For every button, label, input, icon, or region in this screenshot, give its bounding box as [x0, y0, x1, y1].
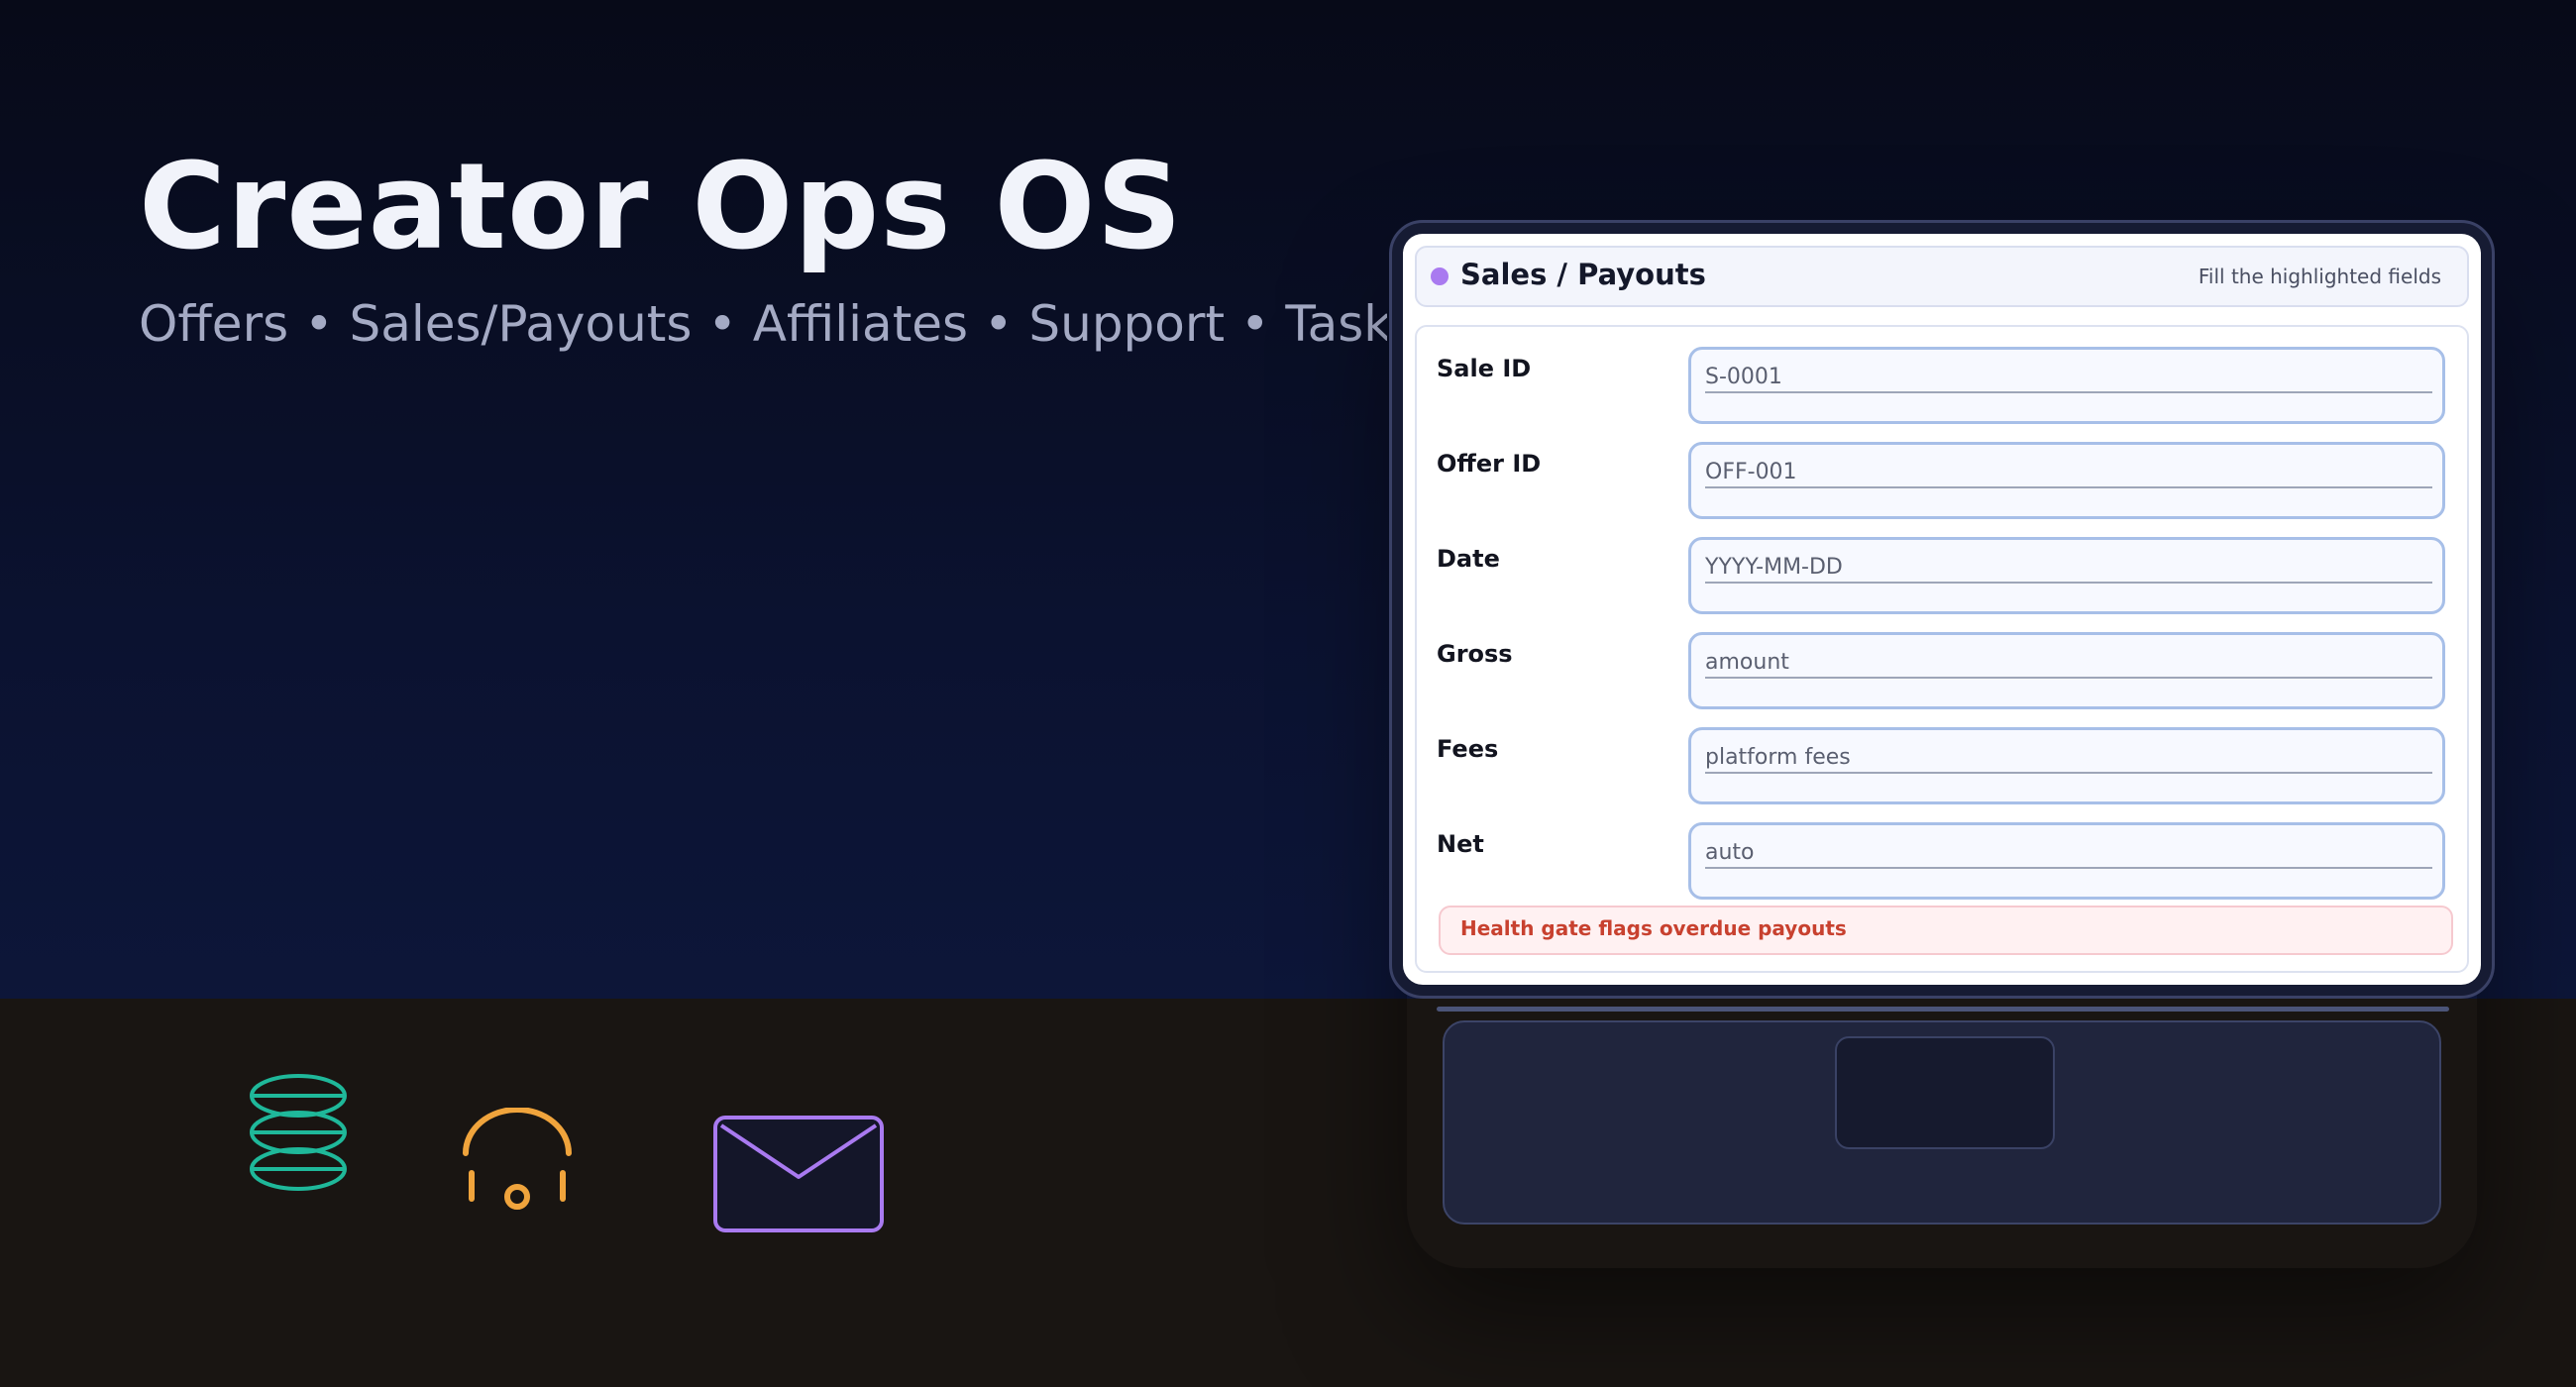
form-row-sale-id: Sale ID — [1417, 327, 2471, 424]
sale-id-input[interactable] — [1705, 360, 2432, 393]
mail-icon — [713, 1116, 884, 1232]
sales-payout-form: Sale ID Offer ID Date Gross — [1415, 325, 2469, 973]
fees-field[interactable] — [1688, 727, 2445, 804]
health-alert: Health gate flags overdue payouts — [1439, 906, 2453, 955]
form-row-fees: Fees — [1417, 707, 2471, 804]
sale-id-field[interactable] — [1688, 347, 2445, 424]
status-dot — [1431, 267, 1449, 285]
gross-field[interactable] — [1688, 632, 2445, 709]
form-row-gross: Gross — [1417, 612, 2471, 709]
date-input[interactable] — [1705, 550, 2432, 584]
trackpad[interactable] — [1835, 1036, 2055, 1149]
laptop-screen: Sales / Payouts Fill the highlighted fie… — [1403, 234, 2481, 985]
laptop-base — [1443, 1020, 2441, 1225]
field-underline — [1705, 391, 2432, 393]
net-input[interactable] — [1705, 835, 2432, 869]
headset-icon — [463, 1108, 572, 1210]
net-field[interactable] — [1688, 822, 2445, 900]
field-underline — [1705, 582, 2432, 584]
database-icon — [250, 1074, 347, 1191]
app-hint: Fill the highlighted fields — [2198, 265, 2441, 288]
alert-text: Health gate flags overdue payouts — [1460, 916, 1847, 940]
field-underline — [1705, 867, 2432, 869]
offer-id-field[interactable] — [1688, 442, 2445, 519]
fees-input[interactable] — [1705, 740, 2432, 774]
field-underline — [1705, 772, 2432, 774]
form-row-net: Net — [1417, 802, 2471, 900]
field-underline — [1705, 677, 2432, 679]
field-label-sale-id: Sale ID — [1437, 355, 1532, 382]
form-row-date: Date — [1417, 517, 2471, 614]
field-label-fees: Fees — [1437, 735, 1499, 763]
date-field[interactable] — [1688, 537, 2445, 614]
offer-id-input[interactable] — [1705, 455, 2432, 488]
hero-title: Creator Ops OS — [139, 139, 1183, 276]
field-underline — [1705, 486, 2432, 488]
form-row-offer-id: Offer ID — [1417, 422, 2471, 519]
app-header: Sales / Payouts Fill the highlighted fie… — [1415, 246, 2469, 307]
app-title: Sales / Payouts — [1460, 258, 1706, 291]
laptop-hinge — [1437, 1007, 2449, 1012]
field-label-offer-id: Offer ID — [1437, 450, 1542, 478]
field-label-net: Net — [1437, 830, 1484, 858]
field-label-gross: Gross — [1437, 640, 1513, 668]
gross-input[interactable] — [1705, 645, 2432, 679]
field-label-date: Date — [1437, 545, 1500, 573]
hero-subtitle: Offers • Sales/Payouts • Affiliates • Su… — [139, 295, 1387, 353]
